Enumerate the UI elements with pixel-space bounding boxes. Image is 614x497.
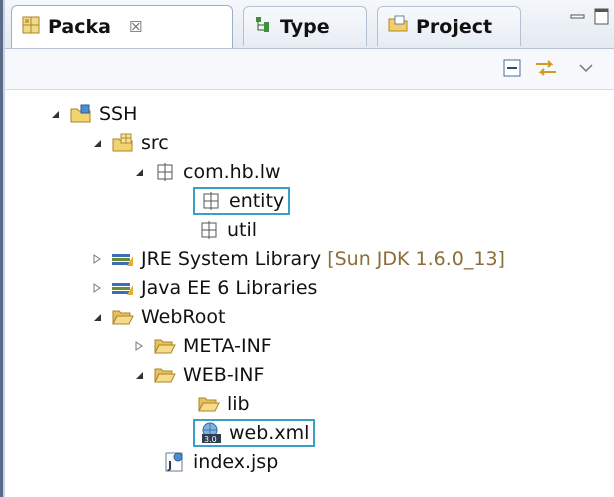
view-menu-icon[interactable] — [579, 57, 593, 79]
collapsed-arrow-icon[interactable] — [89, 280, 105, 296]
expanded-arrow-icon[interactable] — [47, 106, 63, 122]
project-explorer-icon — [388, 15, 408, 38]
type-hierarchy-icon — [254, 15, 272, 38]
web-xml-icon: 3.0 — [199, 422, 223, 444]
tree-item-label: src — [141, 132, 169, 154]
folder-open-icon — [197, 393, 221, 415]
tree-item-webroot[interactable]: WebRoot — [89, 303, 225, 331]
library-icon — [111, 248, 135, 270]
tab-project-explorer[interactable]: Project — [377, 6, 521, 46]
tree-item-lib[interactable]: lib — [197, 390, 250, 418]
tab-package-explorer[interactable]: Packa ☒ — [11, 5, 233, 48]
tree-item-web-inf[interactable]: WEB-INF — [131, 361, 264, 389]
tree-item-web-xml[interactable]: 3.0 web.xml — [193, 419, 316, 447]
tree-item-com-hb-lw[interactable]: com.hb.lw — [131, 158, 281, 186]
source-folder-icon — [111, 132, 135, 154]
tree-item-ssh[interactable]: SSH — [47, 100, 137, 128]
package-icon — [153, 161, 177, 183]
expanded-arrow-icon[interactable] — [89, 135, 105, 151]
package-explorer-icon — [22, 16, 40, 39]
selection-box: 3.0 web.xml — [193, 419, 316, 447]
folder-open-icon — [153, 335, 177, 357]
tree-item-label: web.xml — [229, 422, 310, 444]
expanded-arrow-icon[interactable] — [131, 164, 147, 180]
library-icon — [111, 277, 135, 299]
svg-text:3.0: 3.0 — [204, 435, 217, 444]
tree-item-meta-inf[interactable]: META-INF — [131, 332, 272, 360]
tab-label: Project — [416, 15, 493, 38]
tab-type-hierarchy[interactable]: Type — [243, 6, 367, 46]
tree-item-label: com.hb.lw — [183, 161, 281, 183]
folder-open-icon — [111, 306, 135, 328]
tree-item-index-jsp[interactable]: J index.jsp — [163, 448, 278, 476]
close-icon[interactable]: ☒ — [129, 18, 142, 36]
expanded-arrow-icon[interactable] — [131, 367, 147, 383]
view-window-controls — [564, 8, 614, 32]
jsp-file-icon: J — [163, 451, 187, 473]
maximize-icon[interactable] — [594, 8, 610, 31]
collapse-all-icon[interactable] — [501, 57, 523, 79]
folder-open-icon — [153, 364, 177, 386]
view-toolbar — [5, 49, 614, 90]
tree-item-label: SSH — [99, 103, 138, 125]
svg-text:J: J — [167, 459, 172, 472]
tree-item-label: Java EE 6 Libraries — [141, 277, 318, 299]
link-with-editor-icon[interactable] — [533, 57, 556, 79]
tree-item-label: util — [227, 219, 258, 241]
tab-label: Packa — [48, 16, 111, 38]
tree-item-java-ee-6-libraries[interactable]: Java EE 6 Libraries — [89, 274, 317, 302]
minimize-icon[interactable] — [570, 8, 586, 30]
package-icon — [199, 190, 223, 212]
tree-item-label: index.jsp — [193, 451, 279, 473]
expanded-arrow-icon[interactable] — [89, 309, 105, 325]
selection-box: entity — [193, 187, 291, 215]
tree-item-label: lib — [227, 393, 250, 415]
tree-item-label: META-INF — [183, 335, 272, 357]
tree-item-label: JRE System Library — [141, 248, 322, 270]
collapsed-arrow-icon[interactable] — [131, 338, 147, 354]
project-icon — [69, 103, 93, 125]
tree-item-entity[interactable]: entity — [193, 187, 291, 215]
package-icon — [197, 219, 221, 241]
tab-label: Type — [280, 15, 330, 38]
tree-item-jre-system-library[interactable]: JRE System Library [Sun JDK 1.6.0_13] — [89, 245, 505, 273]
tree-item-label: entity — [229, 190, 285, 212]
tree-item-util[interactable]: util — [197, 216, 257, 244]
tree-item-decoration: [Sun JDK 1.6.0_13] — [327, 248, 505, 270]
tree-item-src[interactable]: src — [89, 129, 169, 157]
tree-item-label: WebRoot — [141, 306, 226, 328]
view-tab-bar: Packa ☒ Type Project — [5, 0, 614, 49]
tree-item-label: WEB-INF — [183, 364, 265, 386]
collapsed-arrow-icon[interactable] — [89, 251, 105, 267]
